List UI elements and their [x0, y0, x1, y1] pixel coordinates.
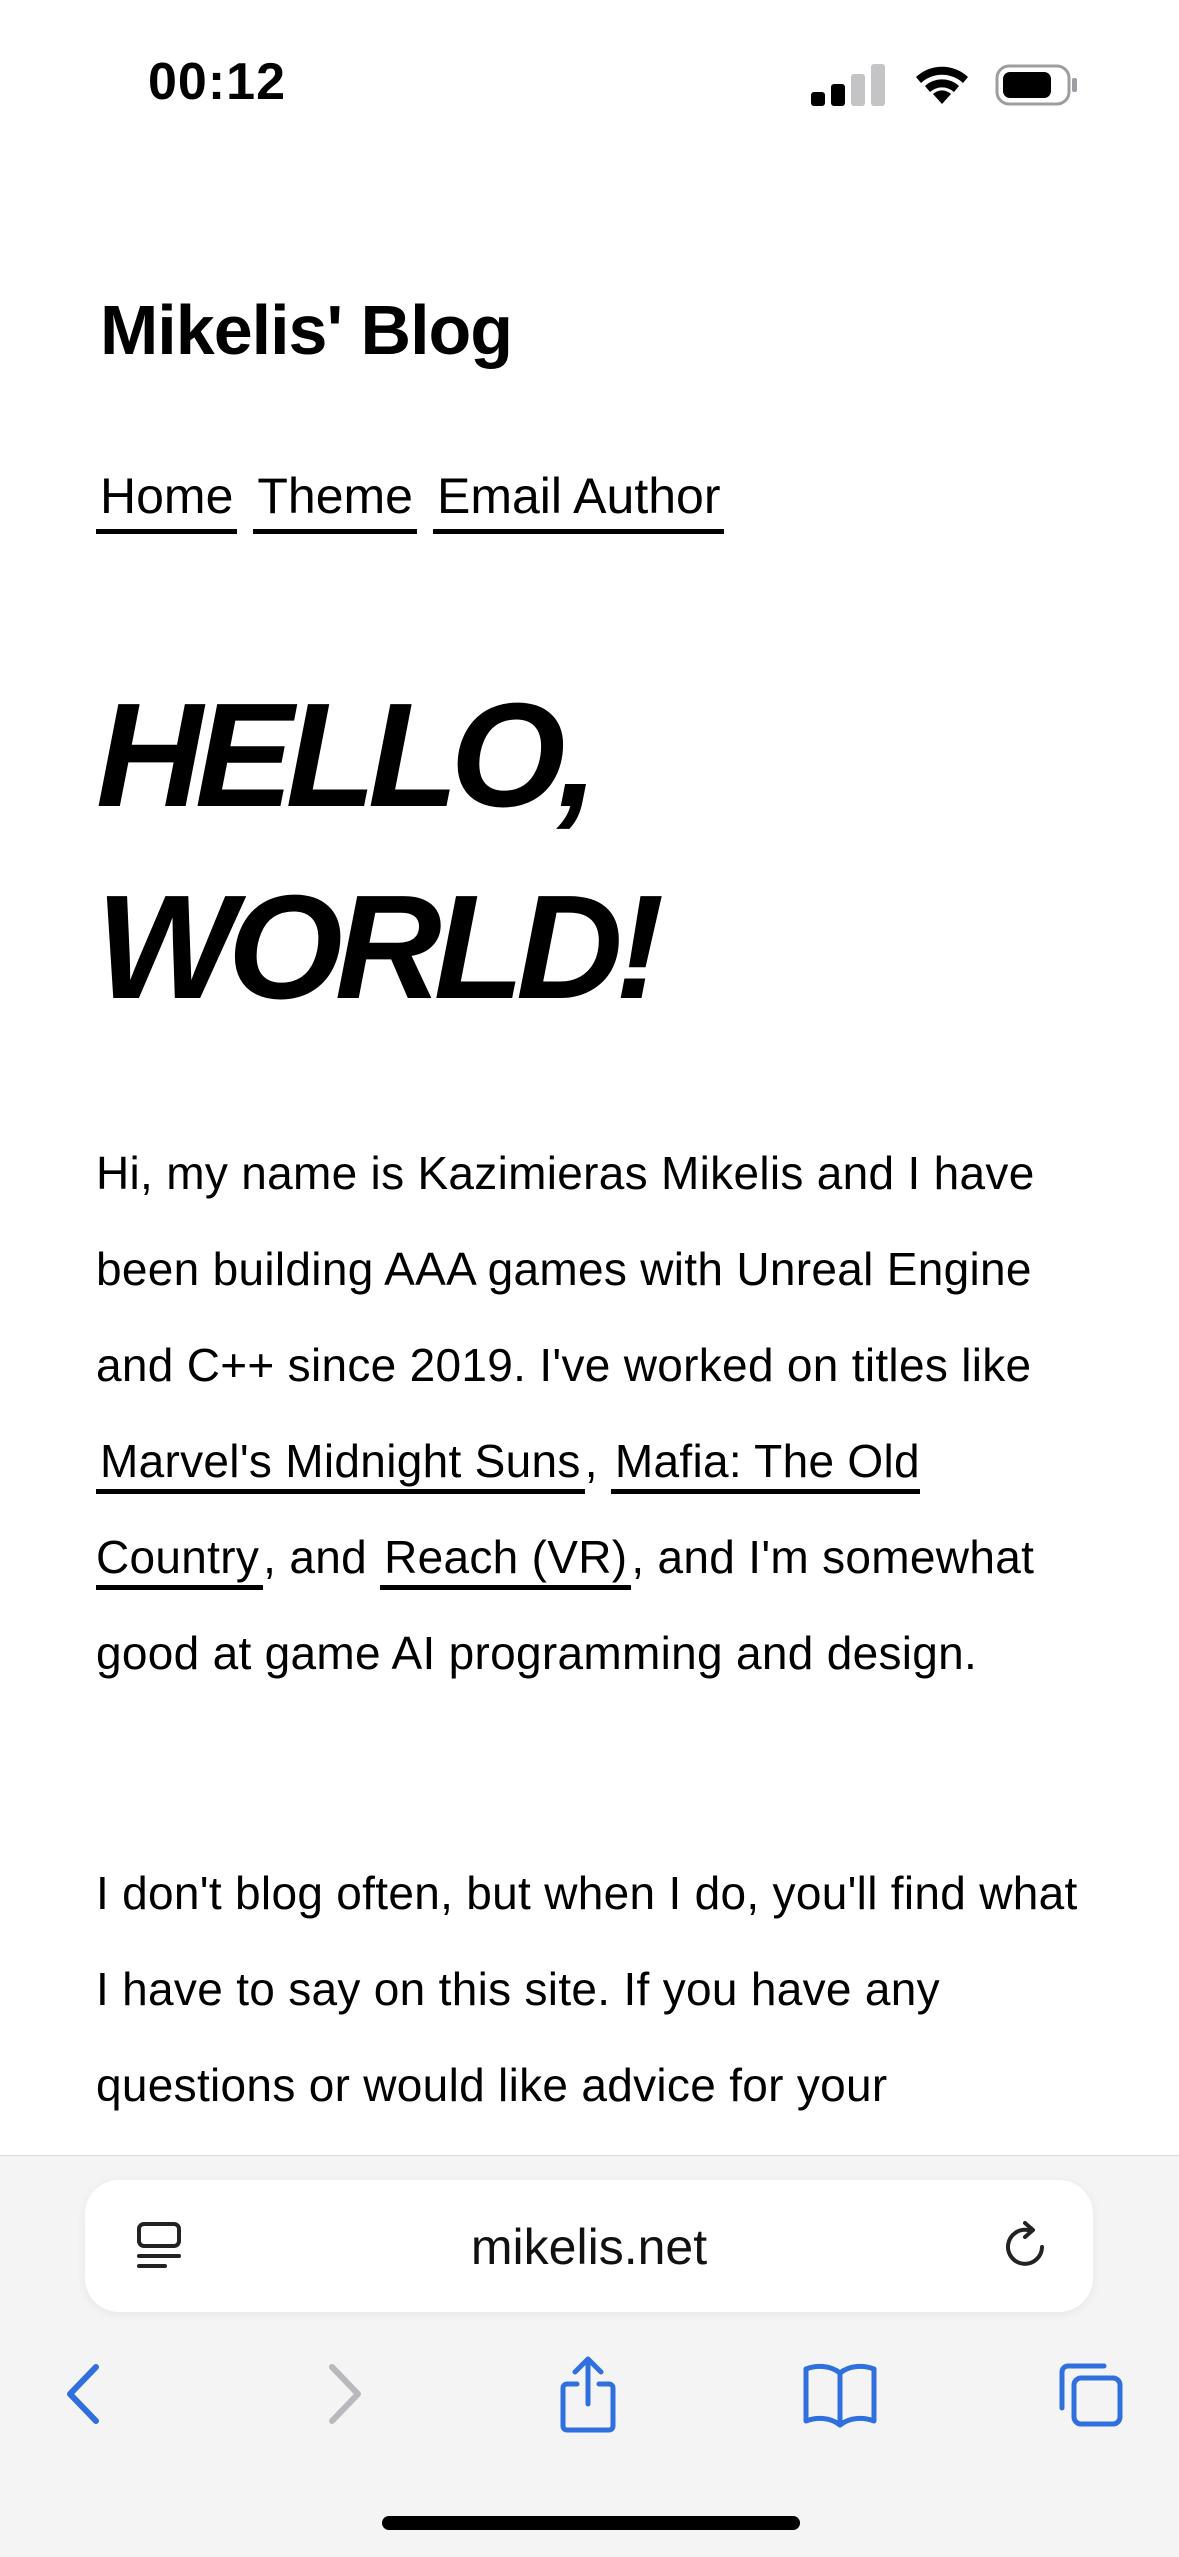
tabs-button[interactable] [1040, 2346, 1140, 2446]
nav-theme-link[interactable]: Theme [253, 470, 417, 534]
reload-icon[interactable] [999, 2220, 1053, 2279]
status-time: 00:12 [148, 53, 286, 111]
marvels-midnight-suns-link[interactable]: Marvel's Midnight Suns [96, 1435, 585, 1494]
tabs-icon [1052, 2356, 1128, 2437]
back-button[interactable] [36, 2346, 136, 2446]
intro-text-2: , [584, 1435, 611, 1487]
hero-line-1: HELLO, [96, 673, 599, 838]
intro-text-3: , and [263, 1531, 381, 1583]
share-icon [553, 2354, 623, 2439]
status-icons [809, 62, 1079, 113]
navigation-toolbar [0, 2346, 1179, 2456]
browser-toolbar-area: mikelis.net [0, 2155, 1179, 2557]
wifi-icon [911, 62, 973, 113]
chevron-left-icon [56, 2359, 116, 2434]
hero-line-2: WORLD! [96, 865, 664, 1030]
second-paragraph: I don't blog often, but when I do, you'l… [96, 1867, 1078, 2111]
battery-icon [995, 63, 1079, 112]
blog-nav: Home Theme Email Author [96, 470, 725, 534]
forward-button[interactable] [292, 2346, 392, 2446]
book-icon [800, 2359, 880, 2434]
share-button[interactable] [538, 2346, 638, 2446]
intro-paragraph: Hi, my name is Kazimieras Mikelis and I … [96, 1125, 1096, 1701]
blog-title[interactable]: Mikelis' Blog [100, 290, 513, 370]
chevron-right-icon [312, 2359, 372, 2434]
url-text[interactable]: mikelis.net [85, 2218, 1093, 2276]
home-indicator [382, 2516, 800, 2530]
intro-text-1: Hi, my name is Kazimieras Mikelis and I … [96, 1147, 1035, 1391]
reach-vr-link[interactable]: Reach (VR) [380, 1531, 632, 1590]
nav-email-author-link[interactable]: Email Author [433, 470, 725, 534]
bookmarks-button[interactable] [790, 2346, 890, 2446]
cellular-signal-icon [809, 62, 889, 113]
address-bar[interactable]: mikelis.net [85, 2180, 1093, 2312]
hero-heading: HELLO, WORLD! [96, 660, 664, 1044]
nav-home-link[interactable]: Home [96, 470, 238, 534]
status-bar: 00:12 [0, 0, 1179, 170]
